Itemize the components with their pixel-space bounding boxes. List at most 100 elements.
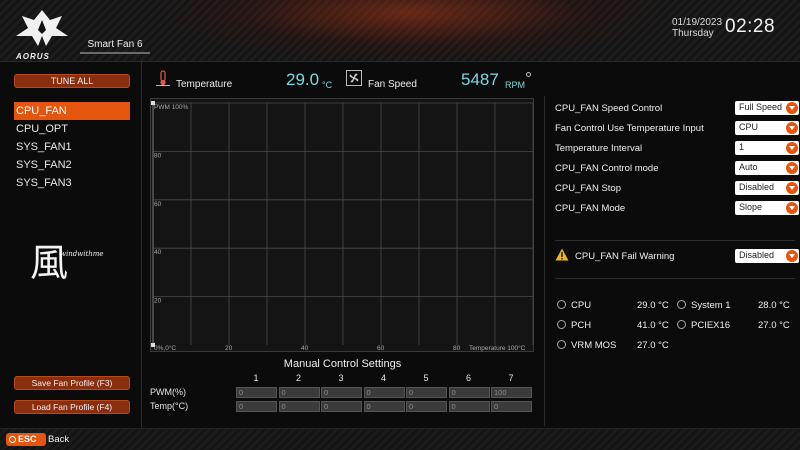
header-glow <box>150 0 670 62</box>
fail-warning-value: Disabled <box>739 250 775 260</box>
tune-all-button[interactable]: TUNE ALL <box>14 74 130 88</box>
fan-item-cpu-opt[interactable]: CPU_OPT <box>14 120 130 138</box>
fan-item-sys-fan1[interactable]: SYS_FAN1 <box>14 138 130 156</box>
manual-col-header: 2 <box>295 373 301 383</box>
temp-cell[interactable]: 0 <box>491 401 532 412</box>
setting-dropdown[interactable]: Auto <box>735 161 799 175</box>
clock: 02:28 <box>725 16 776 37</box>
manual-col-header: 7 <box>508 373 514 383</box>
thermometer-icon <box>557 320 566 329</box>
pwm-cell[interactable]: 100 <box>491 387 532 398</box>
chevron-down-icon <box>786 162 798 174</box>
sensor-vrm-value: 27.0 °C <box>637 340 669 351</box>
footer-bar: ESC Back <box>0 428 800 450</box>
temp-row-label: Temp(°C) <box>150 401 189 411</box>
x-tick-label: 0%,0°C <box>154 344 176 352</box>
esc-button[interactable]: ESC <box>6 433 46 446</box>
brand-text: AORUS <box>16 52 50 61</box>
setting-row: CPU_FAN Control mode Auto <box>555 160 799 178</box>
setting-row: CPU_FAN Stop Disabled <box>555 180 799 198</box>
setting-label: CPU_FAN Stop <box>555 183 621 194</box>
header-bar: AORUS Smart Fan 6 01/19/2023 Thursday 02… <box>0 0 800 62</box>
y-tick-label: PWM 100% <box>154 104 189 111</box>
pwm-cell[interactable]: 0 <box>406 387 447 398</box>
thermometer-icon <box>677 300 686 309</box>
thermometer-icon <box>156 70 170 86</box>
fan-item-cpu-fan[interactable]: CPU_FAN <box>14 102 130 120</box>
sensors-divider <box>555 278 795 279</box>
setting-dropdown[interactable]: 1 <box>735 141 799 155</box>
chevron-down-icon <box>786 142 798 154</box>
setting-dropdown[interactable]: Disabled <box>735 181 799 195</box>
setting-label: CPU_FAN Speed Control <box>555 103 663 114</box>
day-text: Thursday <box>672 28 714 39</box>
fail-warning-dropdown[interactable]: Disabled <box>735 249 799 263</box>
esc-label: ESC <box>18 434 37 444</box>
temp-cell[interactable]: 0 <box>448 401 490 412</box>
setting-row: Fan Control Use Temperature Input CPU <box>555 120 799 138</box>
setting-dropdown[interactable]: CPU <box>735 121 799 135</box>
save-fan-profile-button[interactable]: Save Fan Profile (F3) <box>14 376 130 390</box>
sensor-pciex16-label: PCIEX16 <box>691 320 731 331</box>
sensor-pch-value: 41.0 °C <box>637 320 669 331</box>
back-arrow-icon <box>9 436 16 443</box>
temperature-label: Temperature <box>176 79 233 90</box>
manual-col-header: 4 <box>380 373 386 383</box>
sensor-system1-label: System 1 <box>691 300 731 311</box>
setting-dropdown[interactable]: Slope <box>735 201 799 215</box>
fan-speed-value: 5487 <box>461 70 499 89</box>
pwm-cell[interactable]: 0 <box>448 387 490 398</box>
setting-value: Auto <box>739 162 758 172</box>
settings-divider <box>555 240 795 241</box>
temp-cell[interactable]: 0 <box>406 401 447 412</box>
chevron-down-icon <box>786 182 798 194</box>
fan-speed-unit: RPM <box>505 80 525 90</box>
chevron-down-icon <box>786 102 798 114</box>
graph-grid: PWM 100% 80 60 40 20 0%,0°C 20 40 60 80 Temperatu… <box>151 101 534 352</box>
watermark-text: windwithme <box>60 250 104 258</box>
setting-value: CPU <box>739 122 759 132</box>
chevron-down-icon <box>786 122 798 134</box>
fan-curve-graph[interactable]: PWM 100% 80 60 40 20 0%,0°C 20 40 60 80 Temperatu… <box>150 98 534 352</box>
sensor-pch-label: PCH <box>571 320 592 331</box>
manual-col-header: 3 <box>338 373 344 383</box>
watermark-logo: 風 windwithme <box>30 232 120 285</box>
fan-icon <box>346 70 362 86</box>
temp-cell[interactable]: 0 <box>236 401 277 412</box>
fan-item-sys-fan2[interactable]: SYS_FAN2 <box>14 156 130 174</box>
sensor-vrm-label: VRM MOS <box>571 340 617 351</box>
pwm-row-label: PWM(%) <box>150 387 186 397</box>
fan-list: CPU_FAN CPU_OPT SYS_FAN1 SYS_FAN2 SYS_FA… <box>14 102 130 192</box>
pwm-cell[interactable]: 0 <box>236 387 277 398</box>
tab-smart-fan[interactable]: Smart Fan 6 <box>80 36 150 54</box>
y-tick-label: 40 <box>154 249 162 256</box>
temp-cell[interactable]: 0 <box>363 401 405 412</box>
date-display: 01/19/2023 Thursday <box>672 17 722 39</box>
setting-row: Temperature Interval 1 <box>555 140 799 158</box>
setting-row: CPU_FAN Mode Slope <box>555 200 799 218</box>
x-tick-label: 60 <box>377 345 385 352</box>
pwm-cell[interactable]: 0 <box>363 387 405 398</box>
load-fan-profile-button[interactable]: Load Fan Profile (F4) <box>14 400 130 414</box>
temp-cell[interactable]: 0 <box>321 401 362 412</box>
x-tick-label: 40 <box>301 345 309 352</box>
y-tick-label: 60 <box>154 201 162 208</box>
fan-item-sys-fan3[interactable]: SYS_FAN3 <box>14 174 130 192</box>
fan-sidebar: TUNE ALL CPU_FAN CPU_OPT SYS_FAN1 SYS_FA… <box>0 62 142 428</box>
setting-label: CPU_FAN Control mode <box>555 163 659 174</box>
manual-control-title: Manual Control Settings <box>283 358 402 370</box>
temp-cell[interactable]: 0 <box>278 401 320 412</box>
setting-label: CPU_FAN Mode <box>555 203 626 214</box>
sensor-pciex16-value: 27.0 °C <box>758 320 790 331</box>
pwm-cell[interactable]: 0 <box>321 387 362 398</box>
x-tick-label: Temperature 100°C <box>469 344 526 352</box>
setting-value: Full Speed <box>739 102 783 112</box>
setting-value: 1 <box>739 142 745 152</box>
setting-dropdown[interactable]: Full Speed <box>735 101 799 115</box>
x-tick-label: 20 <box>225 345 233 352</box>
manual-col-header: 6 <box>465 373 471 383</box>
aorus-logo-icon <box>16 10 68 46</box>
pwm-cell[interactable]: 0 <box>278 387 320 398</box>
sensor-cpu-label: CPU <box>571 300 592 311</box>
fail-warning-label: CPU_FAN Fail Warning <box>575 251 675 262</box>
